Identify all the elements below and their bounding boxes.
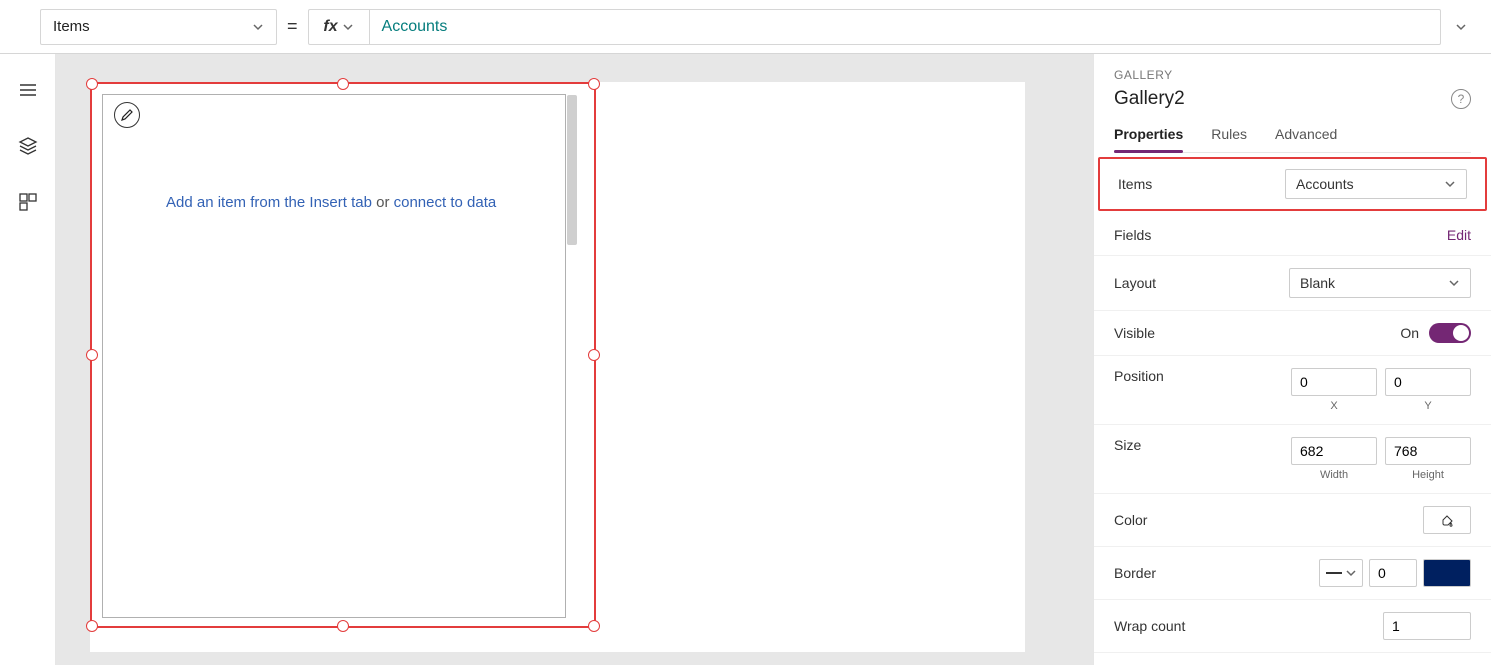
resize-handle[interactable] (337, 620, 349, 632)
chevron-down-icon (1455, 21, 1467, 33)
resize-handle[interactable] (86, 78, 98, 90)
layout-label: Layout (1114, 275, 1156, 291)
row-layout: Layout Blank (1094, 256, 1491, 311)
items-select[interactable]: Accounts (1285, 169, 1467, 199)
visible-label: Visible (1114, 325, 1155, 341)
color-picker[interactable] (1423, 506, 1471, 534)
resize-handle[interactable] (86, 349, 98, 361)
paintbucket-icon (1440, 513, 1454, 527)
left-rail (0, 54, 56, 665)
canvas-page[interactable]: Add an item from the Insert tab or conne… (90, 82, 1025, 652)
resize-handle[interactable] (588, 349, 600, 361)
resize-handle[interactable] (337, 78, 349, 90)
tab-advanced[interactable]: Advanced (1275, 126, 1337, 152)
chevron-down-icon (1448, 277, 1460, 289)
resize-handle[interactable] (588, 620, 600, 632)
size-height-input[interactable] (1385, 437, 1471, 465)
border-width-input[interactable] (1369, 559, 1417, 587)
chevron-down-icon (252, 21, 264, 33)
wrap-count-input[interactable] (1383, 612, 1471, 640)
x-sublabel: X (1291, 400, 1377, 412)
tab-rules[interactable]: Rules (1211, 126, 1247, 152)
formula-expand[interactable] (1441, 21, 1481, 33)
fields-edit-link[interactable]: Edit (1447, 227, 1471, 243)
layers-icon[interactable] (18, 136, 38, 156)
items-label: Items (1118, 176, 1152, 192)
row-wrap-count: Wrap count (1094, 600, 1491, 653)
border-color-swatch[interactable] (1423, 559, 1471, 587)
visible-toggle[interactable] (1429, 323, 1471, 343)
property-selector-value: Items (53, 18, 90, 35)
fx-button[interactable]: fx (308, 9, 370, 45)
row-items: Items Accounts (1098, 157, 1487, 211)
border-label: Border (1114, 565, 1156, 581)
formula-input[interactable]: Accounts (370, 9, 1441, 45)
edit-button[interactable] (114, 102, 140, 128)
y-sublabel: Y (1385, 400, 1471, 412)
color-label: Color (1114, 512, 1147, 528)
gallery-frame (102, 94, 566, 618)
properties-panel: GALLERY Gallery2 ? Properties Rules Adva… (1093, 54, 1491, 665)
control-kind: GALLERY (1114, 68, 1471, 82)
hint-or: or (372, 194, 394, 211)
formula-bar: Items = fx Accounts (0, 0, 1491, 54)
components-icon[interactable] (18, 192, 38, 212)
row-border: Border (1094, 547, 1491, 600)
resize-handle[interactable] (86, 620, 98, 632)
control-name: Gallery2 (1114, 88, 1185, 110)
fx-label: fx (323, 18, 337, 36)
visible-state: On (1400, 325, 1419, 341)
equals-label: = (287, 16, 298, 37)
formula-expression: Accounts (382, 18, 448, 36)
row-fields: Fields Edit (1094, 215, 1491, 256)
tab-properties[interactable]: Properties (1114, 126, 1183, 152)
connect-data-link[interactable]: connect to data (394, 194, 497, 211)
row-size: Size Width Height (1094, 425, 1491, 494)
border-style-select[interactable] (1319, 559, 1363, 587)
scrollbar-thumb[interactable] (567, 95, 577, 245)
position-x-input[interactable] (1291, 368, 1377, 396)
layout-value: Blank (1300, 275, 1335, 291)
position-y-input[interactable] (1385, 368, 1471, 396)
chevron-down-icon (342, 21, 354, 33)
width-sublabel: Width (1291, 469, 1377, 481)
layout-select[interactable]: Blank (1289, 268, 1471, 298)
resize-handle[interactable] (588, 78, 600, 90)
row-visible: Visible On (1094, 311, 1491, 356)
chevron-down-icon (1444, 178, 1456, 190)
row-color: Color (1094, 494, 1491, 547)
size-width-input[interactable] (1291, 437, 1377, 465)
pencil-icon (120, 108, 134, 122)
panel-tabs: Properties Rules Advanced (1114, 126, 1471, 153)
row-position: Position X Y (1094, 356, 1491, 425)
hamburger-icon[interactable] (18, 80, 38, 100)
canvas-area[interactable]: Add an item from the Insert tab or conne… (56, 54, 1093, 665)
gallery-hint: Add an item from the Insert tab or conne… (166, 194, 496, 211)
property-selector[interactable]: Items (40, 9, 277, 45)
wrap-count-label: Wrap count (1114, 618, 1185, 634)
items-value: Accounts (1296, 176, 1354, 192)
chevron-down-icon (1345, 567, 1357, 579)
insert-tab-link[interactable]: Add an item from the Insert tab (166, 194, 372, 211)
fields-label: Fields (1114, 227, 1151, 243)
gallery-selection[interactable]: Add an item from the Insert tab or conne… (90, 82, 596, 628)
position-label: Position (1114, 368, 1164, 384)
size-label: Size (1114, 437, 1141, 453)
help-button[interactable]: ? (1451, 89, 1471, 109)
height-sublabel: Height (1385, 469, 1471, 481)
